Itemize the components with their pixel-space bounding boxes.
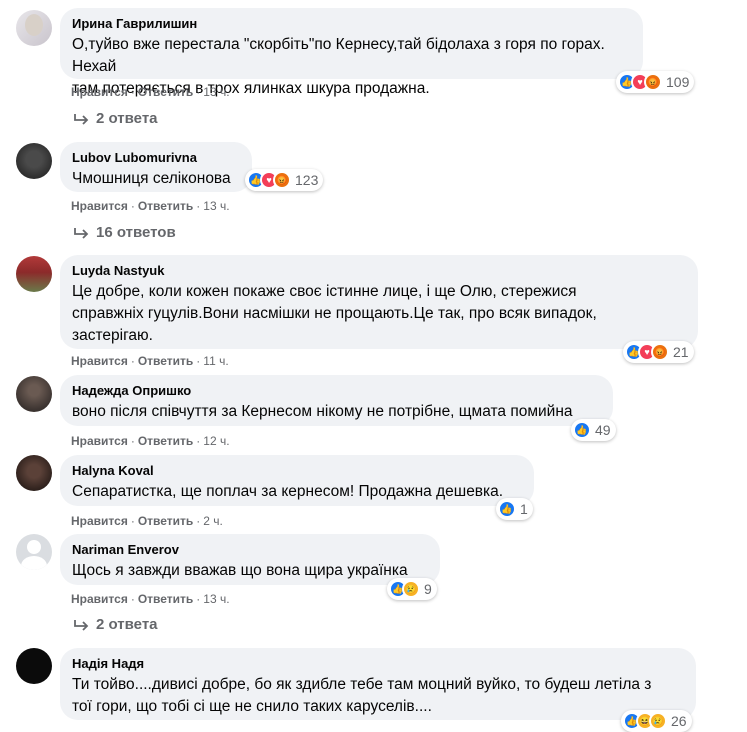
reaction-count: 26 <box>671 713 687 729</box>
sad-reaction-icon: 😢 <box>402 580 420 598</box>
comment-text: Сепаратистка, ще поплач за кернесом! Про… <box>72 483 504 500</box>
comment-actions: Нравится · Ответить · 2 ч. <box>71 514 223 528</box>
reaction-count: 1 <box>520 501 528 517</box>
reactions-summary[interactable]: 👍 ♥ 😡 123 <box>245 169 324 191</box>
comment-time[interactable]: 2 ч. <box>203 514 223 528</box>
view-replies-link[interactable]: 16 ответов <box>72 224 176 241</box>
comment-text: Щось я завжди вважав що вона щира україн… <box>72 562 408 579</box>
like-button[interactable]: Нравится <box>71 434 128 448</box>
comment-time[interactable]: 13 ч. <box>203 592 229 606</box>
reply-button[interactable]: Ответить <box>138 354 193 368</box>
avatar[interactable] <box>16 648 52 684</box>
comment-bubble: Ирина Гаврилишин О,туйво вже перестала "… <box>60 8 643 97</box>
reactions-summary[interactable]: 👍 😢 9 <box>387 578 437 600</box>
sad-reaction-icon: 😢 <box>649 712 667 730</box>
comment-bubble: Lubov Lubomurivna Чмошниця селіконова <box>60 142 252 192</box>
comment-author[interactable]: Lubov Lubomurivna <box>72 150 240 166</box>
reply-button[interactable]: Ответить <box>138 85 193 99</box>
comment-author[interactable]: Надежда Опришко <box>72 383 601 399</box>
avatar[interactable] <box>16 534 52 570</box>
avatar[interactable] <box>16 455 52 491</box>
reactions-summary[interactable]: 👍 49 <box>571 419 616 441</box>
like-reaction-icon: 👍 <box>498 500 516 518</box>
like-button[interactable]: Нравится <box>71 354 128 368</box>
comment-text: Це добре, коли кожен покаже своє істинне… <box>72 283 597 344</box>
reaction-count: 49 <box>595 422 611 438</box>
reaction-count: 109 <box>666 74 690 90</box>
reactions-summary[interactable]: 👍 😆 😢 26 <box>621 710 692 732</box>
avatar[interactable] <box>16 256 52 292</box>
reply-arrow-icon <box>74 227 89 239</box>
comment-actions: Нравится · Ответить · 11 ч. <box>71 354 229 368</box>
like-button[interactable]: Нравится <box>71 199 128 213</box>
reply-arrow-icon <box>74 619 89 631</box>
angry-reaction-icon: 😡 <box>273 171 291 189</box>
comment-actions: Нравится · Ответить · 13 ч. <box>71 85 230 99</box>
angry-reaction-icon: 😡 <box>644 73 662 91</box>
comment-text: Ти тойво....дивисі добре, бо як здибле т… <box>72 676 652 715</box>
reply-button[interactable]: Ответить <box>138 514 193 528</box>
comment-text: воно після співчуття за Кернесом нікому … <box>72 403 573 420</box>
like-button[interactable]: Нравится <box>71 514 128 528</box>
avatar[interactable] <box>16 143 52 179</box>
comment-author[interactable]: Luyda Nastyuk <box>72 263 686 279</box>
comment-author[interactable]: Nariman Enverov <box>72 542 428 558</box>
comment-time[interactable]: 13 ч. <box>203 85 229 99</box>
reply-button[interactable]: Ответить <box>138 434 193 448</box>
reply-arrow-icon <box>74 113 89 125</box>
reply-button[interactable]: Ответить <box>138 199 193 213</box>
reaction-count: 9 <box>424 581 432 597</box>
comment-text: Чмошниця селіконова <box>72 170 231 187</box>
comment-author[interactable]: Ирина Гаврилишин <box>72 16 631 32</box>
comment-bubble: Надежда Опришко воно після співчуття за … <box>60 375 613 426</box>
angry-reaction-icon: 😡 <box>651 343 669 361</box>
avatar[interactable] <box>16 376 52 412</box>
comment-bubble: Halyna Koval Сепаратистка, ще поплач за … <box>60 455 534 506</box>
reactions-summary[interactable]: 👍 ♥ 😡 109 <box>616 71 695 93</box>
view-replies-link[interactable]: 2 ответа <box>72 616 158 633</box>
like-button[interactable]: Нравится <box>71 592 128 606</box>
comment-author[interactable]: Halyna Koval <box>72 463 522 479</box>
comment-bubble: Nariman Enverov Щось я завжди вважав що … <box>60 534 440 585</box>
reply-button[interactable]: Ответить <box>138 592 193 606</box>
reaction-count: 123 <box>295 172 319 188</box>
view-replies-link[interactable]: 2 ответа <box>72 110 158 127</box>
comment-actions: Нравится · Ответить · 12 ч. <box>71 434 230 448</box>
reactions-summary[interactable]: 👍 1 <box>496 498 533 520</box>
comment-bubble: Надія Надя Ти тойво....дивисі добре, бо … <box>60 648 696 720</box>
like-button[interactable]: Нравится <box>71 85 128 99</box>
avatar[interactable] <box>16 10 52 46</box>
like-reaction-icon: 👍 <box>573 421 591 439</box>
comment-author[interactable]: Надія Надя <box>72 656 684 672</box>
comment-bubble: Luyda Nastyuk Це добре, коли кожен покаж… <box>60 255 698 349</box>
reaction-count: 21 <box>673 344 689 360</box>
comment-time[interactable]: 11 ч. <box>203 354 228 368</box>
comment-time[interactable]: 12 ч. <box>203 434 229 448</box>
comment-time[interactable]: 13 ч. <box>203 199 229 213</box>
reactions-summary[interactable]: 👍 ♥ 😡 21 <box>623 341 694 363</box>
comment-actions: Нравится · Ответить · 13 ч. <box>71 592 230 606</box>
comment-actions: Нравится · Ответить · 13 ч. <box>71 199 230 213</box>
